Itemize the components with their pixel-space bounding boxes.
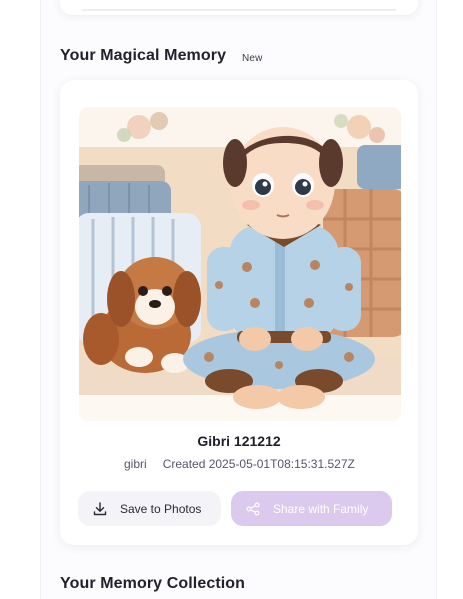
magical-memory-heading: Your Magical Memory	[60, 47, 227, 64]
memory-collection-heading: Your Memory Collection	[60, 575, 246, 592]
previous-card	[60, 0, 418, 15]
share-icon	[246, 502, 260, 516]
previous-card-divider	[82, 9, 396, 11]
share-with-family-button[interactable]: Share with Family	[231, 491, 392, 526]
download-icon	[93, 501, 107, 516]
share-with-family-label: Share with Family	[273, 501, 369, 516]
memory-created: Created 2025-05-01T08:15:31.527Z	[162, 457, 355, 471]
memory-image[interactable]	[79, 107, 401, 421]
new-badge: New	[242, 53, 263, 64]
memory-meta: gibri Created 2025-05-01T08:15:31.527Z	[124, 457, 355, 471]
save-to-photos-label: Save to Photos	[120, 501, 202, 516]
memory-author: gibri	[124, 457, 147, 471]
memory-title: Gibri 121212	[197, 433, 281, 449]
save-to-photos-button[interactable]: Save to Photos	[78, 491, 221, 526]
